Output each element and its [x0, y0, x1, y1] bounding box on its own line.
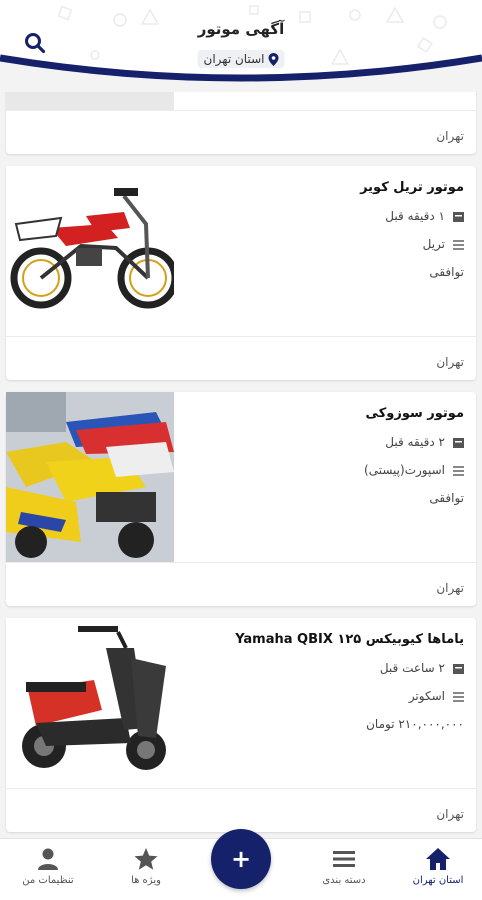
listing-time-row: ۲ دقیقه قبل	[184, 435, 464, 449]
listing-thumbnail	[6, 618, 174, 788]
dirt-bike-image	[6, 166, 174, 336]
location-chip[interactable]: استان تهران	[197, 50, 285, 68]
listing-title: موتور تریل کویر	[360, 180, 464, 195]
card-divider	[6, 562, 476, 563]
listing-card[interactable]: موتور تریل کویر ۱ دقیقه قبل تریل توافقی …	[6, 166, 476, 380]
listing-card[interactable]: یاماها کیوبیکس ۱۲۵ Yamaha QBIX ۲ ساعت قب…	[6, 618, 476, 832]
listing-time-row: ۱ دقیقه قبل	[184, 209, 464, 223]
page-title: آگهی موتور	[197, 20, 285, 38]
listing-price: توافقی	[429, 491, 464, 505]
nav-item-categories[interactable]: دسته بندی	[304, 847, 384, 886]
card-divider	[6, 336, 476, 337]
listing-info: موتور تریل کویر ۱ دقیقه قبل تریل توافقی	[184, 166, 464, 279]
nav-label-settings: تنظیمات من	[22, 875, 74, 886]
listing-list[interactable]: تهران موتور تریل کویر ۱ دقیقه قبل تریل ت…	[0, 92, 482, 838]
search-button[interactable]	[24, 32, 46, 54]
listing-time: ۲ ساعت قبل	[379, 661, 445, 675]
add-listing-button[interactable]: +	[211, 829, 271, 889]
calendar-icon	[453, 437, 464, 448]
nav-label-home: استان تهران	[412, 875, 464, 886]
listing-title: یاماها کیوبیکس ۱۲۵ Yamaha QBIX	[235, 632, 464, 647]
nav-label-categories: دسته بندی	[322, 875, 366, 886]
listing-city: تهران	[436, 129, 464, 143]
nav-item-settings[interactable]: تنظیمات من	[8, 847, 88, 886]
nav-item-home[interactable]: استان تهران	[398, 847, 478, 886]
app-header: آگهی موتور استان تهران	[0, 0, 482, 92]
listing-time-row: ۲ ساعت قبل	[184, 661, 464, 675]
calendar-icon	[453, 663, 464, 674]
listing-city: تهران	[436, 581, 464, 595]
category-icon	[453, 465, 464, 476]
calendar-icon	[453, 211, 464, 222]
listing-category: تریل	[422, 237, 445, 251]
category-icon	[453, 239, 464, 250]
listing-thumbnail	[6, 92, 174, 110]
listing-info: یاماها کیوبیکس ۱۲۵ Yamaha QBIX ۲ ساعت قب…	[184, 618, 464, 731]
location-label: استان تهران	[203, 52, 265, 66]
listing-card[interactable]: موتور سوزوکی ۲ دقیقه قبل اسپورت(پیستی) ت…	[6, 392, 476, 606]
listing-thumbnail	[6, 392, 174, 562]
listing-city: تهران	[436, 355, 464, 369]
listing-category-row: تریل	[184, 237, 464, 251]
nav-item-featured[interactable]: ویژه ها	[106, 847, 186, 886]
sport-bike-image	[6, 392, 174, 562]
listing-info: موتور سوزوکی ۲ دقیقه قبل اسپورت(پیستی) ت…	[184, 392, 464, 505]
listing-category-row: اسکوتر	[184, 689, 464, 703]
star-icon	[134, 848, 158, 870]
listing-time: ۲ دقیقه قبل	[385, 435, 445, 449]
user-icon	[38, 848, 58, 870]
listing-card[interactable]: تهران	[6, 92, 476, 154]
listing-category-row: اسپورت(پیستی)	[184, 463, 464, 477]
card-divider	[6, 788, 476, 789]
listing-title: موتور سوزوکی	[365, 406, 464, 421]
listing-thumbnail	[6, 166, 174, 336]
map-pin-icon	[268, 52, 279, 66]
search-icon	[25, 33, 46, 54]
listing-price: ۲۱۰,۰۰۰,۰۰۰ تومان	[366, 717, 464, 731]
home-icon	[426, 848, 450, 870]
listing-category: اسپورت(پیستی)	[364, 463, 445, 477]
list-icon	[333, 851, 355, 867]
category-icon	[453, 691, 464, 702]
nav-label-featured: ویژه ها	[131, 875, 161, 886]
listing-time: ۱ دقیقه قبل	[385, 209, 445, 223]
listing-price: توافقی	[429, 265, 464, 279]
listing-category: اسکوتر	[408, 689, 445, 703]
card-divider	[6, 110, 476, 111]
listing-city: تهران	[436, 807, 464, 821]
scooter-image	[6, 618, 174, 788]
